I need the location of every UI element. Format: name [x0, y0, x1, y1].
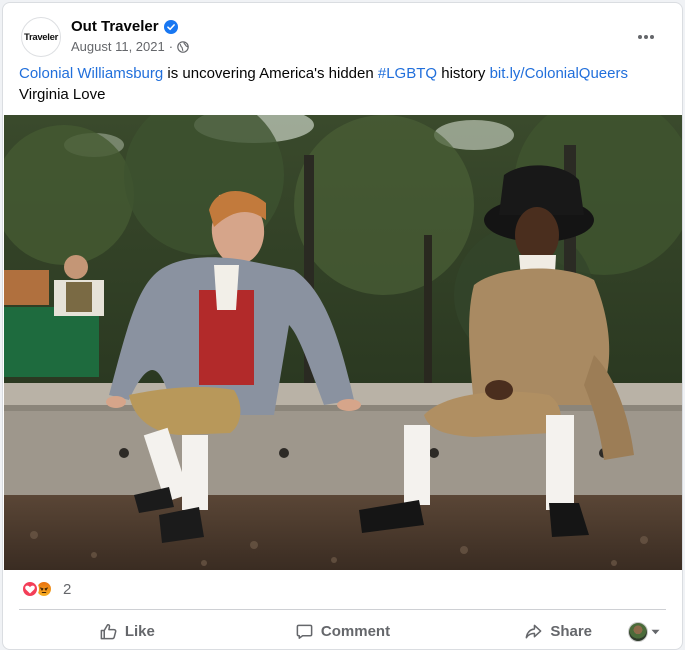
- colonial-williamsburg-link[interactable]: Colonial Williamsburg: [19, 65, 163, 82]
- post-as-selector[interactable]: [628, 622, 660, 642]
- avatar-logo-text: Traveler: [23, 31, 59, 43]
- short-url-link[interactable]: bit.ly/ColonialQueers: [490, 65, 628, 82]
- share-label: Share: [550, 622, 593, 640]
- caption-line-2: Virginia Love: [19, 86, 106, 103]
- post-date[interactable]: August 11, 2021: [71, 39, 165, 54]
- viewer-avatar: [628, 622, 648, 642]
- caret-down-icon: [651, 629, 660, 635]
- ellipsis-icon: [638, 35, 654, 39]
- reactions-summary[interactable]: 2: [21, 577, 71, 601]
- page-name-row: Out Traveler: [71, 18, 178, 35]
- verified-badge-icon: [163, 19, 178, 34]
- globe-icon: [177, 40, 189, 53]
- caption-text-1: is uncovering America's hidden: [163, 65, 378, 82]
- actions-divider: [19, 609, 666, 610]
- reaction-icons: [21, 579, 57, 599]
- more-options-button[interactable]: [630, 21, 662, 53]
- thumbs-up-icon: [100, 623, 117, 639]
- photo-illustration: [4, 115, 682, 570]
- post-photo[interactable]: [4, 115, 682, 570]
- comment-label: Comment: [320, 622, 391, 640]
- like-label: Like: [124, 622, 155, 640]
- post-caption: Colonial Williamsburg is uncovering Amer…: [19, 63, 666, 105]
- comment-button[interactable]: Comment: [235, 613, 451, 649]
- reaction-count[interactable]: 2: [63, 581, 71, 598]
- like-button[interactable]: Like: [19, 613, 235, 649]
- meta-separator: ·: [168, 39, 174, 54]
- post-meta: August 11, 2021 ·: [71, 39, 189, 54]
- share-arrow-icon: [525, 624, 542, 638]
- love-icon: [21, 580, 39, 598]
- caption-text-2: history: [437, 65, 490, 82]
- comment-bubble-icon: [296, 624, 313, 639]
- post-actions: Like Comment Share: [19, 613, 666, 649]
- page-avatar[interactable]: Traveler: [21, 17, 61, 57]
- lgbtq-hashtag-link[interactable]: #LGBTQ: [378, 65, 437, 82]
- post-card: Traveler Out Traveler August 11, 2021 ·: [2, 2, 683, 650]
- page-name-link[interactable]: Out Traveler: [71, 18, 159, 35]
- post-header: Traveler Out Traveler August 11, 2021 ·: [19, 15, 666, 59]
